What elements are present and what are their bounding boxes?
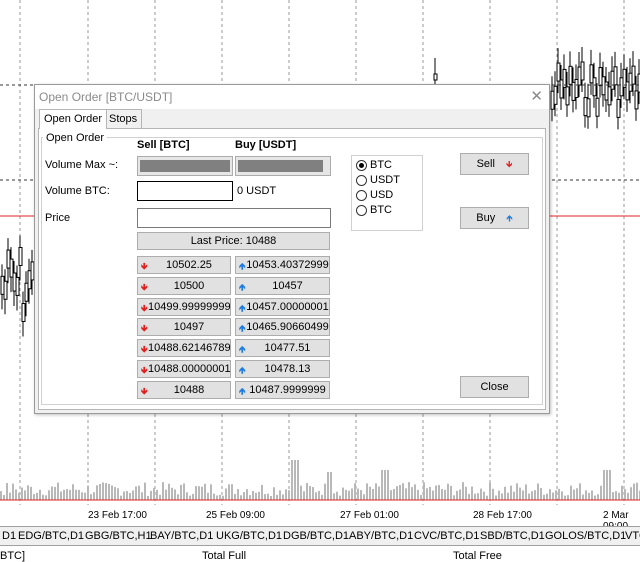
buy-button[interactable]: Buy 🡹 xyxy=(460,207,529,229)
tab-stops[interactable]: Stops xyxy=(104,109,143,128)
arrow-down-icon: 🡻 xyxy=(141,323,148,334)
buy-level-price: 10457.00000001 xyxy=(246,300,329,313)
symbol-tab[interactable]: GBG/BTC,H1 xyxy=(85,530,152,542)
arrow-up-icon: 🡹 xyxy=(239,344,246,355)
arrow-down-icon: 🡻 xyxy=(505,159,513,169)
radio-option[interactable]: USD xyxy=(356,189,393,201)
buy-level-button[interactable]: 🡹 10453.40372999 xyxy=(235,256,330,274)
radio-icon xyxy=(356,189,367,201)
sell-level-price: 10488.62146789 xyxy=(148,342,231,355)
price-input[interactable] xyxy=(137,208,331,228)
symbol-tab[interactable]: UKG/BTC,D1 xyxy=(216,530,282,542)
arrow-down-icon: 🡻 xyxy=(141,261,148,271)
close-icon[interactable]: ✕ xyxy=(530,87,543,105)
buy-volume-max-field xyxy=(235,156,331,176)
sell-level-price: 10488.00000001 xyxy=(148,363,231,375)
last-price-button[interactable]: Last Price: 10488 xyxy=(137,232,330,250)
bottom-label: BTC] xyxy=(0,550,26,562)
sell-level-button[interactable]: 🡻 10488.00000001 xyxy=(137,360,231,378)
sell-level-button[interactable]: 🡻 10488.62146789 xyxy=(137,339,231,358)
sell-level-price: 10497 xyxy=(173,321,205,334)
arrow-down-icon: 🡻 xyxy=(141,365,148,375)
symbol-tab[interactable]: CVC/BTC,D1 xyxy=(414,530,479,542)
sell-level-button[interactable]: 🡻 10502.25 xyxy=(137,256,231,274)
radio-selected-icon xyxy=(356,159,367,171)
currency-radio-group: BTC USDT USD BTC xyxy=(351,155,423,231)
date-label: 27 Feb 01:00 xyxy=(340,510,399,521)
open-order-dialog: Open Order [BTC/USDT] ✕ Open Order Stops… xyxy=(34,84,550,414)
symbol-tab[interactable]: VTC xyxy=(625,530,640,542)
arrow-up-icon: 🡹 xyxy=(239,302,246,313)
radio-icon xyxy=(356,174,367,186)
buy-level-button[interactable]: 🡹 10465.90660499 xyxy=(235,318,330,337)
total-full-label: Total Full xyxy=(202,550,247,562)
symbol-tab[interactable]: GOLOS/BTC,D1 xyxy=(545,530,626,542)
date-label: 28 Feb 17:00 xyxy=(473,510,532,521)
arrow-up-icon: 🡹 xyxy=(506,213,513,223)
tab-open-order[interactable]: Open Order xyxy=(39,109,108,129)
buy-level-price: 10478.13 xyxy=(264,363,311,375)
symbol-tab-strip: D1 EDG/BTC,D1 GBG/BTC,H1 BAY/BTC,D1 UKG/… xyxy=(0,526,640,546)
arrow-down-icon: 🡻 xyxy=(141,281,148,292)
group-title: Open Order xyxy=(43,132,108,144)
symbol-tab[interactable]: DGB/BTC,D1 xyxy=(283,530,349,542)
sell-volume-fill xyxy=(140,160,230,172)
symbol-tab[interactable]: D1 xyxy=(2,530,16,542)
buy-level-price: 10453.40372999 xyxy=(246,259,329,271)
buy-header: Buy [USDT] xyxy=(235,139,297,151)
symbol-tab[interactable]: SBD/BTC,D1 xyxy=(480,530,545,542)
sell-level-button[interactable]: 🡻 10497 xyxy=(137,318,231,337)
dialog-titlebar[interactable]: Open Order [BTC/USDT] ✕ xyxy=(35,85,549,109)
sell-level-price: 10500 xyxy=(173,279,205,292)
arrow-down-icon: 🡻 xyxy=(141,385,148,396)
sell-level-button[interactable]: 🡻 10499.99999999 xyxy=(137,297,231,316)
buy-level-button[interactable]: 🡹 10457 xyxy=(235,276,330,295)
buy-level-button[interactable]: 🡹 10457.00000001 xyxy=(235,297,330,316)
radio-option[interactable]: BTC xyxy=(356,204,392,216)
radio-option[interactable]: USDT xyxy=(356,174,400,186)
arrow-up-icon: 🡹 xyxy=(239,261,246,271)
date-label: 23 Feb 17:00 xyxy=(88,510,147,521)
volume-bars xyxy=(0,460,640,500)
sell-level-button[interactable]: 🡻 10500 xyxy=(137,276,231,295)
usdt-amount: 0 USDT xyxy=(237,185,277,197)
date-label: 25 Feb 09:00 xyxy=(206,510,265,521)
total-free-label: Total Free xyxy=(453,550,502,562)
buy-level-price: 10487.9999999 xyxy=(249,383,326,396)
radio-icon xyxy=(356,204,367,216)
arrow-up-icon: 🡹 xyxy=(239,323,246,334)
buy-level-price: 10457 xyxy=(272,279,303,292)
price-label: Price xyxy=(45,212,71,224)
radio-option[interactable]: BTC xyxy=(356,159,392,171)
close-button[interactable]: Close xyxy=(460,376,529,398)
volume-max-label: Volume Max ~: xyxy=(45,159,119,171)
symbol-tab[interactable]: ABY/BTC,D1 xyxy=(349,530,413,542)
buy-volume-fill xyxy=(238,160,323,172)
arrow-down-icon: 🡻 xyxy=(141,344,148,355)
sell-level-price: 10488 xyxy=(173,383,205,396)
volume-btc-input[interactable] xyxy=(137,181,233,201)
buy-level-button[interactable]: 🡹 10477.51 xyxy=(235,339,330,358)
volume-btc-label: Volume BTC: xyxy=(45,185,110,197)
buy-level-price: 10477.51 xyxy=(264,342,311,355)
buy-level-price: 10465.90660499 xyxy=(246,321,329,334)
sell-header: Sell [BTC] xyxy=(137,139,190,151)
sell-button[interactable]: Sell 🡻 xyxy=(460,153,529,175)
buy-level-button[interactable]: 🡹 10487.9999999 xyxy=(235,380,330,399)
sell-level-button[interactable]: 🡻 10488 xyxy=(137,380,231,399)
symbol-tab[interactable]: BAY/BTC,D1 xyxy=(150,530,213,542)
buy-level-button[interactable]: 🡹 10478.13 xyxy=(235,360,330,378)
arrow-up-icon: 🡹 xyxy=(239,281,246,292)
symbol-tab[interactable]: EDG/BTC,D1 xyxy=(18,530,84,542)
dialog-title: Open Order [BTC/USDT] xyxy=(39,90,173,104)
last-price-label: Last Price: 10488 xyxy=(190,235,277,247)
arrow-up-icon: 🡹 xyxy=(239,385,246,396)
sell-level-price: 10502.25 xyxy=(166,259,212,271)
arrow-down-icon: 🡻 xyxy=(141,302,148,313)
sell-level-price: 10499.99999999 xyxy=(148,300,231,313)
sell-volume-max-field xyxy=(137,156,233,176)
arrow-up-icon: 🡹 xyxy=(239,365,246,375)
